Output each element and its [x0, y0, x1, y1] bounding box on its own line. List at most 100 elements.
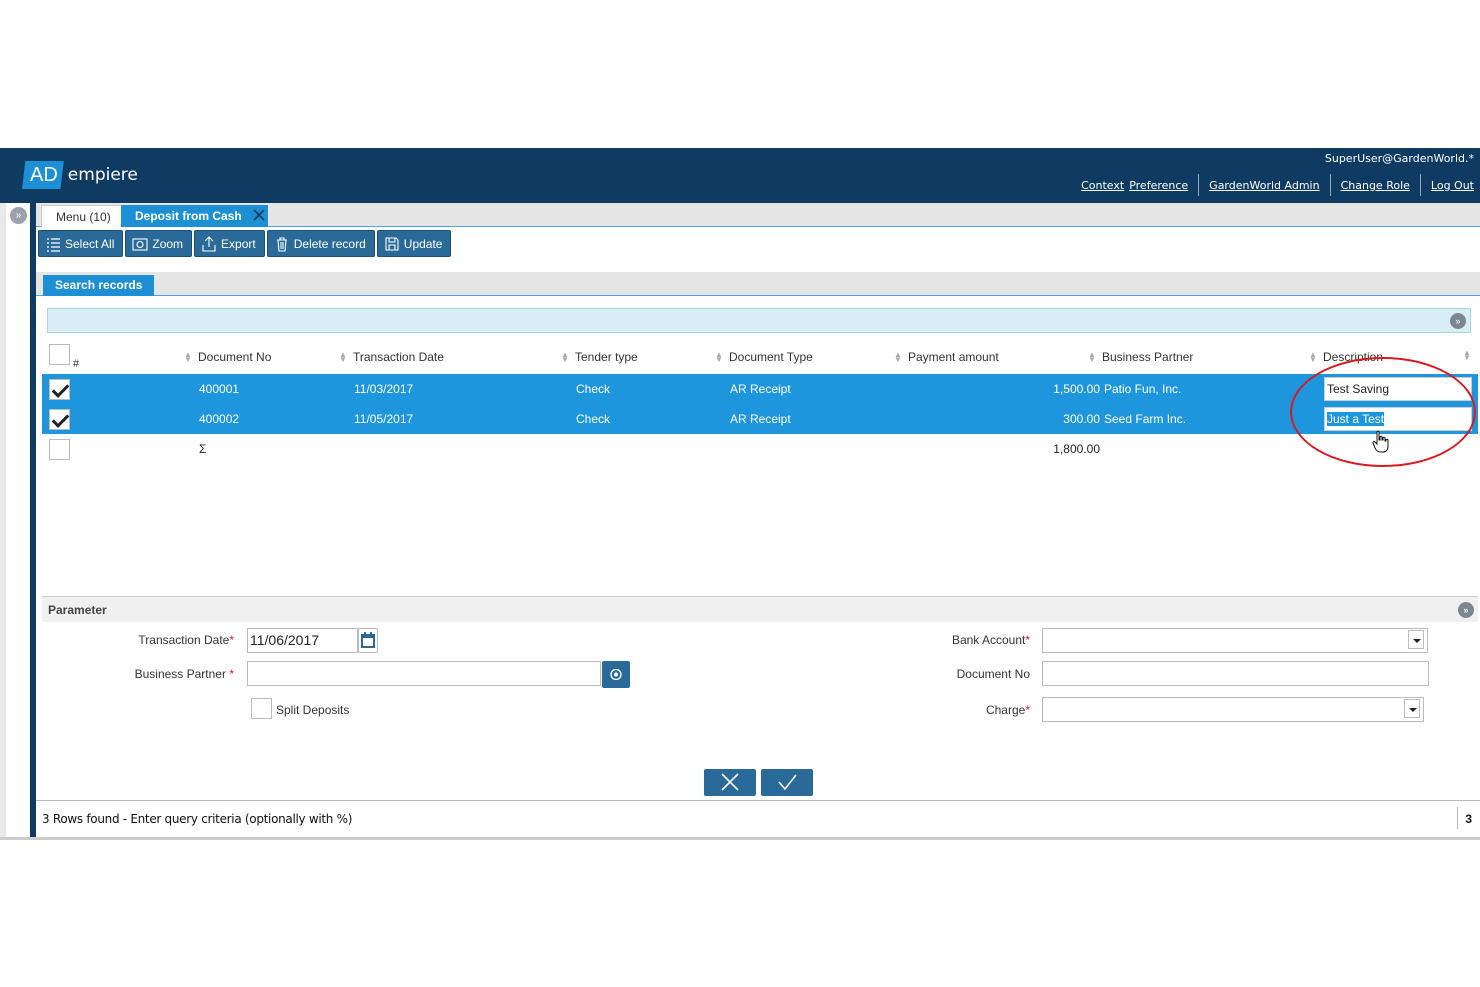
close-tab-icon[interactable]	[252, 208, 266, 222]
change-role-link[interactable]: Change Role	[1341, 179, 1410, 192]
totals-checkbox[interactable]	[49, 439, 70, 460]
logout-link[interactable]: Log Out	[1431, 179, 1474, 192]
window-tab-strip: Menu (10) Deposit from Cash	[36, 203, 1480, 227]
row-checkbox[interactable]	[49, 409, 70, 430]
export-icon	[202, 235, 216, 252]
label-text: Transaction Date	[138, 633, 230, 647]
column-menu[interactable]: ▲ ▼	[1463, 348, 1471, 362]
parameter-header[interactable]: Parameter »	[42, 596, 1478, 622]
column-business-partner[interactable]: ▲ ▼ Business Partner	[1088, 350, 1193, 364]
column-document-type-label: Document Type	[729, 350, 813, 364]
column-business-partner-label: Business Partner	[1102, 350, 1194, 364]
totals-row: Σ 1,800.00	[42, 434, 1478, 464]
cell-document-type: AR Receipt	[730, 412, 791, 426]
table-row[interactable]: 400002 11/05/2017 Check AR Receipt 300.0…	[42, 404, 1478, 434]
status-bar: 3 Rows found - Enter query criteria (opt…	[36, 800, 1480, 839]
header-links: Context Preference GardenWorld Admin Cha…	[1081, 174, 1474, 196]
bank-account-select[interactable]	[1042, 628, 1428, 653]
grid-header: # ▲ ▼ Document No ▲ ▼ Transaction Date ▲ ▼ Ten…	[42, 338, 1478, 374]
delete-record-label: Delete record	[293, 236, 366, 251]
business-partner-input[interactable]	[247, 661, 601, 686]
close-icon	[721, 773, 739, 791]
column-payment-amount[interactable]: ▲ ▼ Payment amount	[894, 350, 999, 364]
charge-select[interactable]	[1042, 697, 1424, 722]
sort-icon: ▲ ▼	[1088, 350, 1096, 364]
row-checkbox[interactable]	[49, 379, 70, 400]
adempiere-logo: AD empiere	[22, 161, 138, 189]
chevron-down-icon[interactable]	[1408, 630, 1424, 649]
logo-text: empiere	[67, 165, 138, 185]
update-label: Update	[403, 236, 443, 251]
sort-icon: ▲ ▼	[561, 350, 569, 364]
filter-bar[interactable]: »	[47, 308, 1471, 333]
charge-label: Charge*	[902, 703, 1030, 717]
cell-business-partner: Patio Fun, Inc.	[1104, 382, 1182, 396]
search-icon	[610, 668, 622, 681]
split-deposits-checkbox[interactable]	[251, 698, 272, 719]
left-border	[0, 203, 6, 839]
column-document-type[interactable]: ▲ ▼ Document Type	[715, 350, 813, 364]
calendar-button[interactable]	[358, 628, 378, 653]
divider	[1419, 174, 1421, 196]
hand-cursor-icon	[1372, 430, 1389, 453]
label-text: Charge	[985, 703, 1026, 717]
context-link[interactable]: Context	[1081, 179, 1124, 192]
column-document-no-label: Document No	[198, 350, 272, 364]
toolbar: Select All Zoom Export Delete record Upd…	[38, 230, 452, 258]
expand-panel-icon[interactable]: »	[10, 207, 27, 224]
required-mark: *	[1025, 633, 1030, 647]
update-button[interactable]: Update	[376, 230, 452, 257]
cell-transaction-date: 11/03/2017	[354, 382, 414, 396]
record-count: 3	[1465, 812, 1472, 826]
list-icon	[47, 237, 60, 252]
column-transaction-date[interactable]: ▲ ▼ Transaction Date	[339, 350, 444, 364]
column-document-no[interactable]: ▲ ▼ Document No	[184, 350, 271, 364]
org-admin-link[interactable]: GardenWorld Admin	[1209, 179, 1319, 192]
bank-account-label: Bank Account*	[902, 633, 1030, 647]
tab-deposit-from-cash[interactable]: Deposit from Cash	[121, 205, 268, 227]
table-row[interactable]: 400001 11/03/2017 Check AR Receipt 1,500…	[42, 374, 1478, 404]
column-number-label: #	[73, 358, 80, 370]
zoom-button[interactable]: Zoom	[125, 230, 193, 257]
sigma-symbol: Σ	[199, 442, 207, 456]
parameter-panel: Parameter » Transaction Date* 11/06/2017…	[42, 596, 1478, 736]
delete-record-button[interactable]: Delete record	[266, 230, 375, 257]
transaction-date-label: Transaction Date*	[102, 633, 234, 647]
select-all-checkbox[interactable]	[49, 344, 70, 365]
app-header: AD empiere SuperUser@GardenWorld.* Conte…	[0, 148, 1480, 203]
export-button[interactable]: Export	[194, 230, 265, 257]
collapse-filter-icon[interactable]: »	[1450, 313, 1466, 329]
document-no-label: Document No	[956, 667, 1030, 681]
transaction-date-input[interactable]: 11/06/2017	[247, 628, 358, 653]
tab-menu[interactable]: Menu (10)	[41, 205, 126, 227]
ok-button[interactable]	[761, 769, 813, 796]
left-accent-bar	[30, 203, 36, 839]
sort-icon: ▲ ▼	[339, 350, 347, 364]
business-partner-search-button[interactable]	[602, 661, 630, 688]
sort-icon: ▲ ▼	[1463, 348, 1471, 362]
select-all-button[interactable]: Select All	[38, 230, 124, 257]
required-mark: *	[1025, 703, 1030, 717]
cancel-button[interactable]	[704, 769, 756, 796]
column-tender-type[interactable]: ▲ ▼ Tender type	[561, 350, 638, 364]
required-mark: *	[229, 633, 234, 647]
zoom-icon	[132, 237, 148, 251]
collapse-parameter-icon[interactable]: »	[1458, 602, 1474, 618]
divider	[1198, 174, 1200, 196]
document-no-input[interactable]	[1042, 661, 1429, 686]
sort-icon: ▲ ▼	[184, 350, 192, 364]
preference-link[interactable]: Preference	[1129, 179, 1188, 192]
cell-tender-type: Check	[576, 382, 611, 396]
export-label: Export	[221, 236, 256, 251]
chevron-down-icon[interactable]	[1404, 699, 1420, 718]
column-payment-amount-label: Payment amount	[908, 350, 999, 364]
parameter-title: Parameter	[48, 603, 107, 617]
total-payment-amount: 1,800.00	[1053, 442, 1100, 456]
records-grid: # ▲ ▼ Document No ▲ ▼ Transaction Date ▲ ▼ Ten…	[42, 338, 1478, 464]
divider	[1329, 174, 1331, 196]
column-number: #	[73, 358, 79, 370]
cell-business-partner: Seed Farm Inc.	[1104, 412, 1187, 426]
search-records-tab[interactable]: Search records	[43, 275, 155, 296]
status-message: 3 Rows found - Enter query criteria (opt…	[42, 812, 353, 826]
sort-icon: ▲ ▼	[715, 350, 723, 364]
